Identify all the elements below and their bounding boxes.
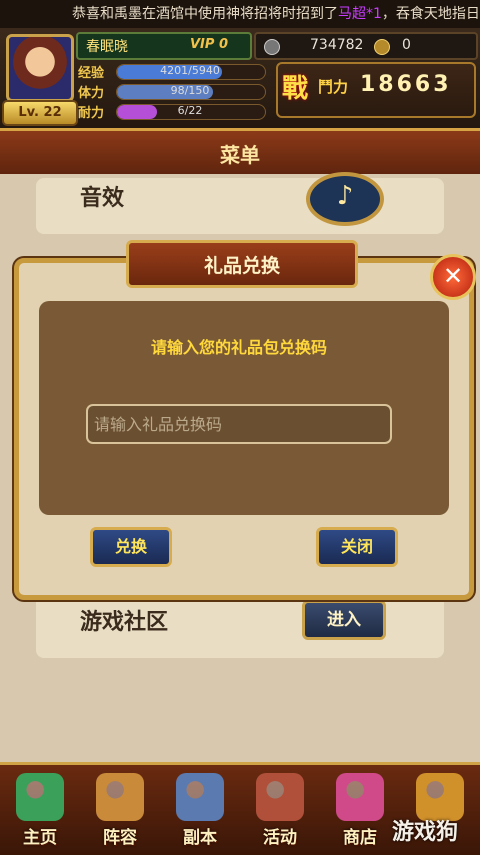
battle-power-label: 鬥力 [318,78,349,96]
dialog-prompt: 请输入您的礼品包兑换码 [150,338,327,357]
nav-label: 商店 [343,828,377,848]
dialog-title-bar: 礼品兑换 [126,240,358,288]
dialog-title: 礼品兑换 [203,255,280,277]
music-icon[interactable]: ♪ [306,172,384,226]
avatar[interactable] [6,34,74,102]
stat-label: 体力 [78,86,105,101]
battle-power-icon: 戰 [282,74,309,104]
player-header: Lv. 22 春眠晓 VIP 0 734782 0 经验 4201/5940 体… [0,28,480,128]
stat-stamina: 体力 98/150 [78,82,266,101]
battle-power-panel: 戰 鬥力 18663 [276,62,476,118]
sound-label: 音效 [80,186,125,211]
gift-code-input[interactable] [86,404,392,444]
drum-icon [256,773,304,821]
level-badge: Lv. 22 [2,100,78,126]
ticker-suffix: ，吞食天地指日 [381,6,480,22]
nav-label: 副本 [183,828,217,848]
stat-label: 耐力 [78,106,105,121]
stat-exp: 经验 4201/5940 [78,62,266,81]
menu-title-bar: 菜单 [0,128,480,180]
dungeon-icon [176,773,224,821]
name-plate: 春眠晓 VIP 0 [76,32,252,60]
gold-coin-icon [374,39,390,55]
stat-value: 6/22 [177,104,203,117]
battle-power-value: 18663 [360,72,452,97]
news-ticker: 恭喜和禹墨在酒馆中使用神将招将时招到了马超*1，吞食天地指日 [0,0,480,28]
ticker-prefix: 恭喜和禹墨在酒馆中使用神将招将时招到了 [72,6,338,22]
formation-icon [96,773,144,821]
ticker-hero: 马超*1 [338,6,382,22]
silver-amount: 734782 [310,37,364,53]
stat-value: 4201/5940 [160,64,220,77]
nav-dungeon[interactable]: 副本 [162,765,238,855]
gold-amount: 0 [402,37,411,53]
nav-label: 主页 [23,828,57,848]
shop-icon [336,773,384,821]
nav-formation[interactable]: 阵容 [82,765,158,855]
currency-bar: 734782 0 [254,32,478,60]
watermark: 游戏狗 [392,820,459,845]
home-icon [16,773,64,821]
menu-title: 菜单 [220,143,260,167]
redeem-button[interactable]: 兑换 [90,527,172,567]
stat-endurance: 耐力 6/22 [78,102,266,121]
nav-label: 阵容 [103,828,137,848]
community-label: 游戏社区 [80,610,169,635]
nav-shop[interactable]: 商店 [322,765,398,855]
community-enter-button[interactable]: 进入 [302,600,386,640]
vip-badge[interactable]: VIP 0 [190,37,228,52]
nav-home[interactable]: 主页 [2,765,78,855]
stat-value: 98/150 [170,84,210,97]
stat-label: 经验 [78,66,105,81]
player-name: 春眠晓 [86,39,128,55]
silver-coin-icon [264,39,280,55]
close-button[interactable]: 关闭 [316,527,398,567]
nav-activity[interactable]: 活动 [242,765,318,855]
close-icon[interactable]: ✕ [430,254,476,300]
nav-label: 活动 [263,828,297,848]
